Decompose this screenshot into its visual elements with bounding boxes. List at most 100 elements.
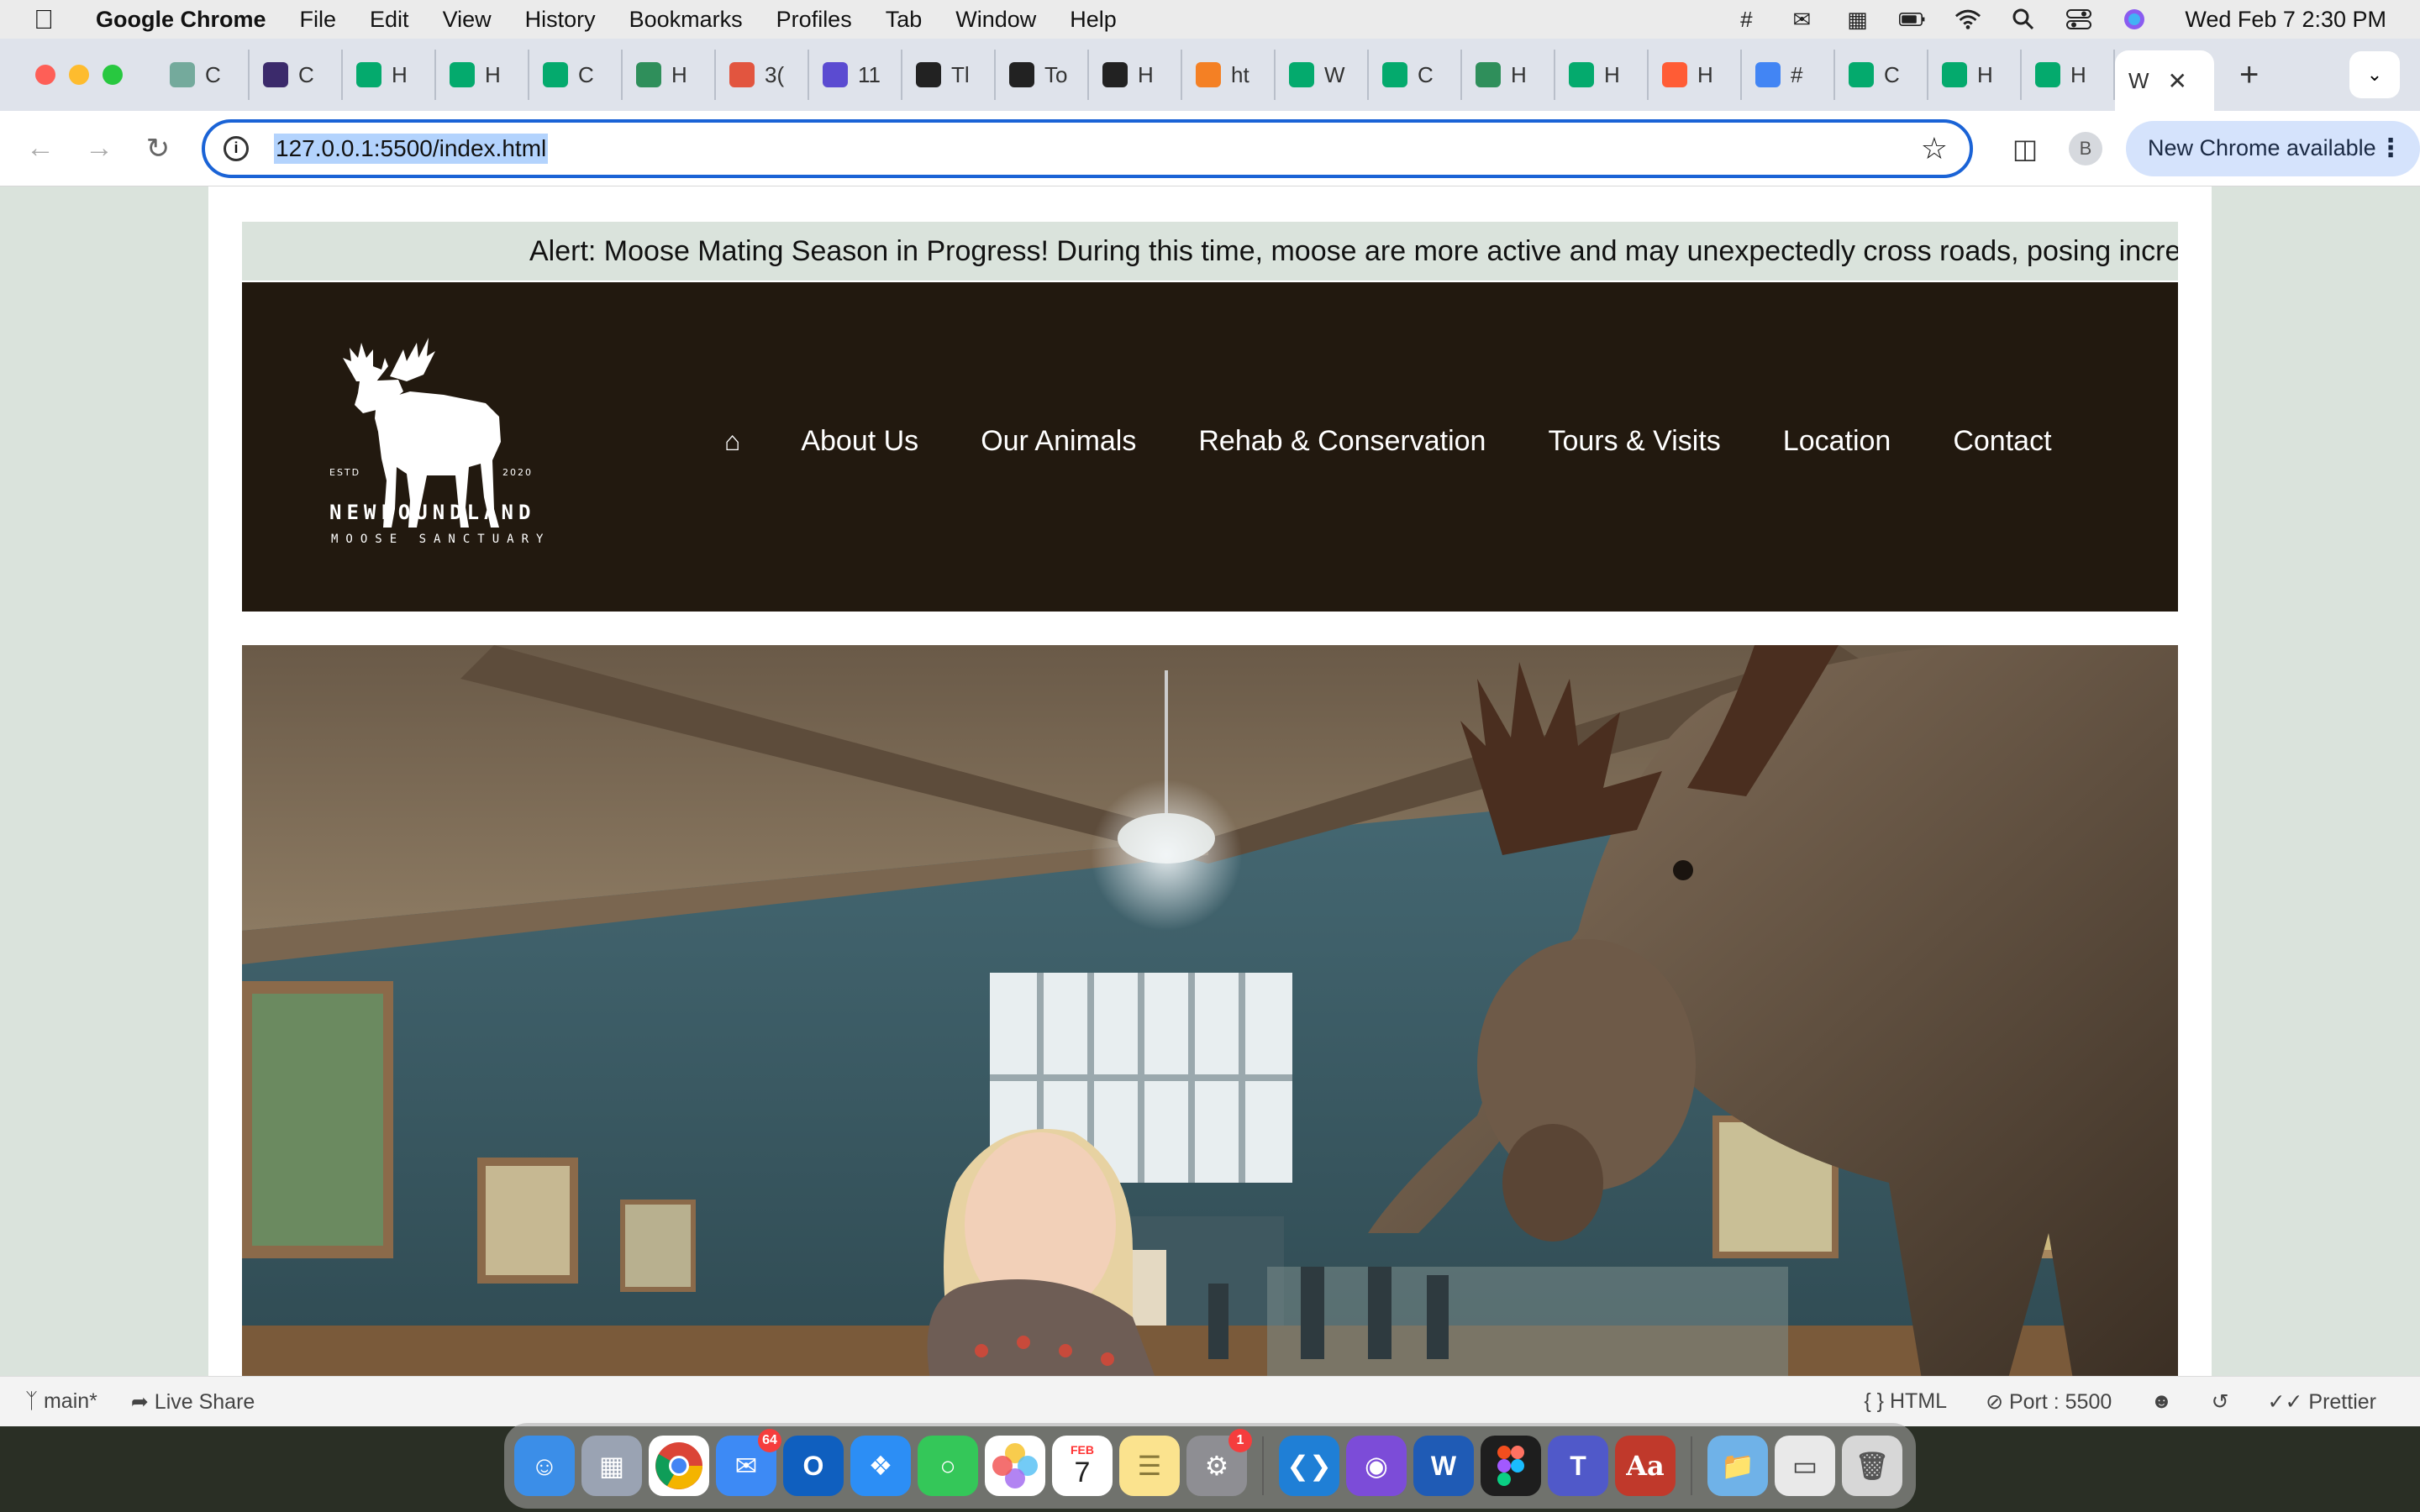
menu-help[interactable]: Help bbox=[1070, 7, 1117, 33]
menu-history[interactable]: History bbox=[525, 7, 596, 33]
browser-tab[interactable]: 3( bbox=[716, 50, 809, 100]
safari-icon[interactable]: ❖ bbox=[850, 1436, 911, 1496]
bookmark-star-icon[interactable]: ☆ bbox=[1921, 131, 1948, 166]
photos-icon[interactable] bbox=[985, 1436, 1045, 1496]
chatgpt-icon bbox=[170, 62, 195, 87]
browser-tab[interactable]: C bbox=[156, 50, 250, 100]
copilot-status-icon[interactable]: ☻ bbox=[2150, 1389, 2172, 1414]
new-tab-button[interactable]: + bbox=[2239, 56, 2273, 94]
macos-menu-bar:  Google Chrome File Edit View History B… bbox=[0, 0, 2420, 39]
spotlight-search-icon[interactable] bbox=[2010, 8, 2037, 31]
reload-button[interactable]: ↻ bbox=[139, 132, 176, 165]
nav-rehab-conservation[interactable]: Rehab & Conservation bbox=[1198, 425, 1486, 458]
nav-about-us[interactable]: About Us bbox=[801, 425, 918, 458]
browser-tab[interactable]: C bbox=[1835, 50, 1928, 100]
figma-icon[interactable] bbox=[1481, 1436, 1541, 1496]
browser-tab[interactable]: 11 bbox=[809, 50, 902, 100]
browser-tab[interactable]: H bbox=[436, 50, 529, 100]
menu-tab[interactable]: Tab bbox=[886, 7, 923, 33]
menu-bar-status-area: # ✉ ▦ Wed Feb 7 2:30 PM bbox=[1733, 7, 2386, 33]
wifi-icon[interactable] bbox=[1954, 8, 1981, 31]
active-tab[interactable]: W ✕ bbox=[2115, 50, 2214, 111]
browser-tab[interactable]: H bbox=[2022, 50, 2115, 100]
prettier-item[interactable]: ✓✓ Prettier bbox=[2268, 1389, 2376, 1415]
nav-location[interactable]: Location bbox=[1783, 425, 1891, 458]
window-minimize-button[interactable] bbox=[69, 65, 89, 85]
browser-tab[interactable]: C bbox=[529, 50, 623, 100]
browser-tab[interactable]: C bbox=[250, 50, 343, 100]
trash-icon[interactable]: 🗑 bbox=[1842, 1436, 1902, 1496]
profile-avatar[interactable]: B bbox=[2069, 131, 2102, 165]
browser-tab[interactable]: ht bbox=[1182, 50, 1276, 100]
nav-contact[interactable]: Contact bbox=[1953, 425, 2051, 458]
nav-our-animals[interactable]: Our Animals bbox=[981, 425, 1136, 458]
hashtag-app-icon[interactable]: # bbox=[1733, 7, 1760, 32]
browser-tab[interactable]: H bbox=[1555, 50, 1649, 100]
browser-tab[interactable]: H bbox=[1462, 50, 1555, 100]
sanctuary-logo[interactable]: ESTD 2020 NEWFOUNDLAND MOOSE SANCTUARY bbox=[326, 333, 544, 559]
browser-tab[interactable]: H bbox=[343, 50, 436, 100]
calendar-icon[interactable]: FEB 7 bbox=[1052, 1436, 1113, 1496]
forward-button[interactable]: → bbox=[81, 132, 118, 165]
app-name-menu[interactable]: Google Chrome bbox=[96, 7, 266, 33]
teams-icon[interactable]: T bbox=[1548, 1436, 1608, 1496]
mail-icon[interactable]: ✉ 64 bbox=[716, 1429, 781, 1496]
notes-icon[interactable]: ☰ bbox=[1119, 1436, 1180, 1496]
window-close-button[interactable] bbox=[35, 65, 55, 85]
siri-icon[interactable] bbox=[2121, 8, 2148, 31]
alert-text: Alert: Moose Mating Season in Progress! … bbox=[529, 235, 2178, 267]
git-branch-item[interactable]: ᛉ main* bbox=[25, 1389, 97, 1414]
messages-icon[interactable]: ○ bbox=[918, 1436, 978, 1496]
launchpad-icon[interactable]: ▦ bbox=[581, 1436, 642, 1496]
menu-bar-clock[interactable]: Wed Feb 7 2:30 PM bbox=[2185, 7, 2386, 33]
browser-tab[interactable]: H bbox=[1649, 50, 1742, 100]
live-share-item[interactable]: ➦ Live Share bbox=[131, 1389, 255, 1415]
live-server-port-item[interactable]: ⊘ Port : 5500 bbox=[1986, 1389, 2112, 1415]
sync-icon[interactable]: ↺ bbox=[2212, 1389, 2229, 1415]
calendar-status-icon[interactable]: ▦ bbox=[1844, 7, 1870, 32]
chrome-dock-icon[interactable] bbox=[649, 1436, 709, 1496]
apple-menu-icon[interactable]:  bbox=[34, 4, 59, 35]
nav-tours-visits[interactable]: Tours & Visits bbox=[1548, 425, 1720, 458]
system-settings-icon[interactable]: ⚙ 1 bbox=[1186, 1429, 1252, 1496]
back-button[interactable]: ← bbox=[22, 132, 59, 165]
address-bar[interactable]: i 127.0.0.1:5500/index.html ☆ bbox=[202, 118, 1973, 178]
menu-file[interactable]: File bbox=[300, 7, 337, 33]
browser-tab[interactable]: W bbox=[1276, 50, 1369, 100]
tab-search-button[interactable]: ⌄ bbox=[2349, 51, 2400, 98]
preview-stack-icon[interactable]: ▭ bbox=[1775, 1436, 1835, 1496]
word-icon[interactable]: W bbox=[1413, 1436, 1474, 1496]
browser-tab[interactable]: # bbox=[1742, 50, 1835, 100]
url-text[interactable]: 127.0.0.1:5500/index.html bbox=[274, 133, 549, 164]
site-info-icon[interactable]: i bbox=[224, 135, 249, 161]
tab-label: Tl bbox=[951, 61, 970, 87]
language-mode-item[interactable]: { } HTML bbox=[1864, 1389, 1947, 1414]
home-icon[interactable]: ⌂ bbox=[724, 426, 740, 457]
downloads-folder-icon[interactable]: 📁 bbox=[1707, 1436, 1768, 1496]
close-tab-icon[interactable]: ✕ bbox=[2168, 67, 2187, 95]
menu-edit[interactable]: Edit bbox=[370, 7, 409, 33]
menu-bookmarks[interactable]: Bookmarks bbox=[629, 7, 743, 33]
github-desktop-icon[interactable]: ◉ bbox=[1346, 1436, 1407, 1496]
menu-view[interactable]: View bbox=[443, 7, 492, 33]
outlook-icon[interactable]: O bbox=[783, 1436, 844, 1496]
side-panel-icon[interactable]: ◫ bbox=[2008, 133, 2042, 165]
battery-icon[interactable] bbox=[1899, 8, 1926, 31]
control-center-icon[interactable] bbox=[2065, 8, 2092, 31]
vscode-icon[interactable]: ❮❯ bbox=[1279, 1436, 1339, 1496]
menu-profiles[interactable]: Profiles bbox=[776, 7, 852, 33]
language-mode-label: HTML bbox=[1890, 1389, 1948, 1413]
browser-tab[interactable]: C bbox=[1369, 50, 1462, 100]
browser-tab[interactable]: H bbox=[1089, 50, 1182, 100]
menu-window[interactable]: Window bbox=[955, 7, 1036, 33]
browser-tab[interactable]: H bbox=[1928, 50, 2022, 100]
outlook-status-icon[interactable]: ✉ bbox=[1788, 7, 1815, 32]
chrome-update-button[interactable]: New Chrome available ⋮ bbox=[2126, 120, 2420, 176]
browser-tab[interactable]: To bbox=[996, 50, 1089, 100]
browser-tab[interactable]: H bbox=[623, 50, 716, 100]
browser-tab[interactable]: Tl bbox=[902, 50, 996, 100]
window-maximize-button[interactable] bbox=[103, 65, 123, 85]
finder-icon[interactable]: ☺ bbox=[514, 1436, 575, 1496]
more-menu-icon[interactable]: ⋮ bbox=[2378, 134, 2403, 163]
dictionary-icon[interactable]: Aa bbox=[1615, 1436, 1676, 1496]
